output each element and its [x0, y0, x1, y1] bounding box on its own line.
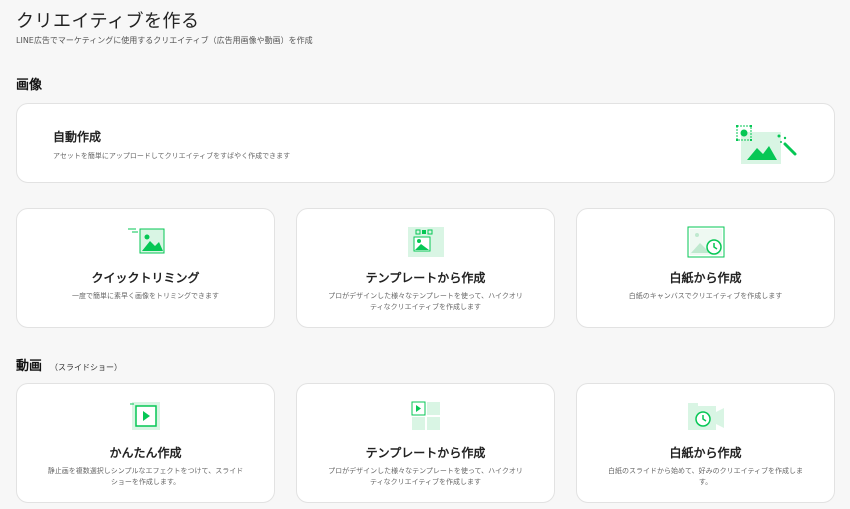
card-title: 白紙から作成: [669, 446, 742, 460]
easy-create-card[interactable]: かんたん作成 静止画を複数選択しシンプルなエフェクトをつけて、スライドショーを作…: [16, 383, 275, 503]
section-title-video: 動画 （スライドショー）: [16, 355, 122, 374]
blank-canvas-icon: [687, 226, 724, 258]
auto-create-card[interactable]: 自動作成 アセットを簡単にアップロードしてクリエイティブをすばやく作成できます: [16, 103, 835, 183]
video-camera-clock-icon: [687, 403, 724, 430]
video-blank-card[interactable]: 白紙から作成 白紙のスライドから始めて、好みのクリエイティブを作成します。: [576, 383, 835, 503]
video-play-icon: [129, 402, 160, 430]
section-title-image-label: 画像: [16, 78, 43, 93]
page-title: クリエイティブを作る: [16, 11, 200, 32]
card-title: テンプレートから作成: [365, 446, 486, 460]
card-desc: 白紙のスライドから始めて、好みのクリエイティブを作成します。: [607, 467, 804, 486]
card-desc: 白紙のキャンバスでクリエイティブを作成します: [628, 292, 783, 300]
quick-trimming-card[interactable]: クイックトリミング 一度で簡単に素早く画像をトリミングできます: [16, 208, 275, 328]
card-desc: 一度で簡単に素早く画像をトリミングできます: [72, 292, 219, 300]
auto-create-icon: [736, 125, 797, 164]
auto-create-desc: アセットを簡単にアップロードしてクリエイティブをすばやく作成できます: [53, 152, 291, 160]
card-desc: プロがデザインした様々なテンプレートを使って、ハイクオリティなクリエイティブを作…: [328, 292, 523, 311]
template-icon: [407, 227, 444, 257]
section-subtitle-video: （スライドショー）: [50, 363, 123, 372]
image-template-card[interactable]: テンプレートから作成 プロがデザインした様々なテンプレートを使って、ハイクオリテ…: [296, 208, 555, 328]
card-title: 白紙から作成: [669, 271, 742, 285]
video-template-card[interactable]: テンプレートから作成 プロがデザインした様々なテンプレートを使って、ハイクオリテ…: [296, 383, 555, 503]
card-title: クイックトリミング: [91, 271, 200, 285]
page-subtitle: LINE広告でマーケティングに使用するクリエイティブ（広告用画像や動画）を作成: [16, 36, 313, 45]
video-template-icon: [411, 401, 440, 430]
section-title-video-label: 動画: [16, 359, 43, 374]
card-desc: 静止画を複数選択しシンプルなエフェクトをつけて、スライドショーを作成します。: [47, 467, 244, 486]
card-title: テンプレートから作成: [365, 271, 486, 285]
section-title-image: 画像: [16, 74, 42, 93]
card-desc: プロがデザインした様々なテンプレートを使って、ハイクオリティなクリエイティブを作…: [328, 467, 523, 486]
image-blank-card[interactable]: 白紙から作成 白紙のキャンバスでクリエイティブを作成します: [576, 208, 835, 328]
trimming-icon: [127, 228, 164, 254]
card-title: かんたん作成: [109, 446, 182, 460]
auto-create-title: 自動作成: [53, 130, 102, 144]
